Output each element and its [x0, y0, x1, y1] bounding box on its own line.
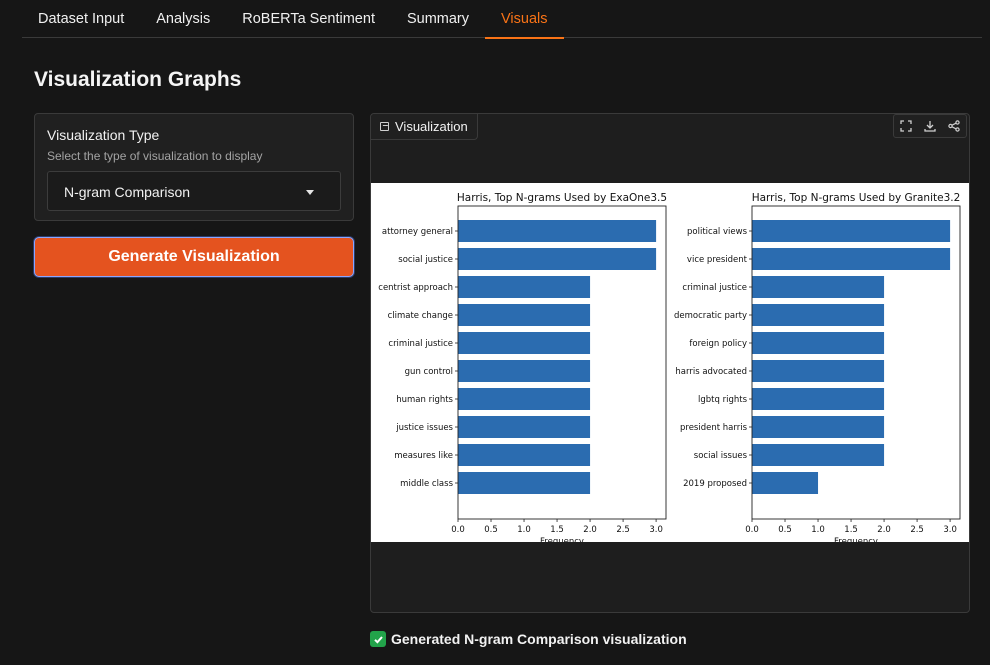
generate-visualization-button[interactable]: Generate Visualization: [34, 237, 354, 277]
chart2-bar: [752, 332, 885, 354]
chart1-category-label: gun control: [405, 367, 453, 377]
chart1-bar: [458, 248, 657, 270]
chart2-xtick-label: 3.0: [943, 525, 957, 535]
chart1-bar: [458, 332, 591, 354]
chart1-bar: [458, 444, 591, 466]
tab-roberta-sentiment[interactable]: RoBERTa Sentiment: [226, 0, 391, 38]
image-icon: [380, 122, 389, 131]
chart2-category-label: harris advocated: [675, 367, 747, 377]
visualization-label-text: Visualization: [395, 119, 468, 134]
visualization-type-label: Visualization Type: [47, 127, 160, 143]
chart1-bar: [458, 360, 591, 382]
share-icon: [948, 120, 960, 132]
chart1-category-label: criminal justice: [388, 339, 453, 349]
tab-summary[interactable]: Summary: [391, 0, 485, 38]
chart2-title: Harris, Top N-grams Used by Granite3.2: [752, 192, 961, 204]
chart1-category-label: centrist approach: [378, 283, 453, 293]
chart2-bar: [752, 444, 885, 466]
chart2-category-label: vice president: [687, 255, 748, 265]
chart2-bar: [752, 416, 885, 438]
visualization-type-info: Select the type of visualization to disp…: [47, 149, 263, 163]
chart1-title: Harris, Top N-grams Used by ExaOne3.5: [457, 192, 667, 204]
chart1-bar: [458, 472, 591, 494]
visualization-label: Visualization: [371, 114, 478, 140]
status-text: Generated N-gram Comparison visualizatio…: [391, 631, 687, 647]
tab-analysis[interactable]: Analysis: [140, 0, 226, 38]
chart2-category-label: 2019 proposed: [683, 479, 747, 489]
chart1-bar: [458, 276, 591, 298]
chart2-xtick-label: 0.0: [745, 525, 759, 535]
chart1-xtick-label: 2.5: [616, 525, 630, 535]
chart2-bar: [752, 248, 951, 270]
chart1-xtick-label: 0.0: [451, 525, 465, 535]
chart2-bar: [752, 472, 819, 494]
chart1-category-label: measures like: [394, 451, 453, 461]
chart1-category-label: attorney general: [382, 227, 453, 237]
ngram-comparison-chart: Harris, Top N-grams Used by ExaOne3.5 att…: [378, 192, 961, 542]
visualization-toolbar: [893, 114, 967, 138]
chart1-xtick-label: 1.5: [550, 525, 564, 535]
chart1-xtick-label: 2.0: [583, 525, 597, 535]
chart2-category-label: political views: [687, 227, 748, 237]
download-icon: [924, 121, 936, 132]
chart1-bar: [458, 220, 657, 242]
chart1-xtick-label: 1.0: [517, 525, 531, 535]
visualization-type-panel: Visualization Type Select the type of vi…: [34, 113, 354, 221]
chart2-category-label: democratic party: [674, 311, 747, 321]
chart2-bar: [752, 360, 885, 382]
chart2-bar: [752, 276, 885, 298]
fullscreen-button[interactable]: [894, 115, 918, 137]
chart2-xlabel: Frequency: [834, 537, 878, 542]
page-title: Visualization Graphs: [34, 68, 242, 91]
tab-visuals[interactable]: Visuals: [485, 0, 564, 39]
chart1-category-label: climate change: [388, 311, 453, 321]
chart2-category-label: social issues: [694, 451, 748, 461]
chart2-xtick-label: 1.0: [811, 525, 825, 535]
chart2-xtick-label: 2.5: [910, 525, 924, 535]
tab-bar: Dataset Input Analysis RoBERTa Sentiment…: [22, 0, 982, 39]
chart2-bar: [752, 220, 951, 242]
chart2-category-label: criminal justice: [682, 283, 747, 293]
chart1-xlabel: Frequency: [540, 537, 584, 542]
dropdown-selected-value: N-gram Comparison: [64, 184, 191, 200]
chart1-category-label: human rights: [396, 395, 453, 405]
share-button[interactable]: [942, 115, 966, 137]
chevron-down-icon: [306, 190, 314, 195]
chart2-category-label: president harris: [680, 423, 748, 433]
chart2-xtick-label: 1.5: [844, 525, 858, 535]
plot-area: Harris, Top N-grams Used by ExaOne3.5 att…: [371, 183, 969, 542]
chart2-xtick-label: 2.0: [877, 525, 891, 535]
chart1-bar: [458, 416, 591, 438]
chart1-xtick-label: 3.0: [649, 525, 663, 535]
chart2-bar: [752, 388, 885, 410]
chart1-category-label: middle class: [400, 479, 453, 489]
chart2-category-label: foreign policy: [689, 339, 747, 349]
chart2-bar: [752, 304, 885, 326]
chart2-category-label: lgbtq rights: [698, 395, 748, 405]
download-button[interactable]: [918, 115, 942, 137]
visualization-type-dropdown[interactable]: N-gram Comparison: [47, 171, 341, 211]
fullscreen-icon: [900, 120, 912, 132]
visualization-panel: Visualization Harris, Top N-grams Used b…: [370, 113, 970, 613]
chart1-category-label: justice issues: [395, 423, 453, 433]
check-icon: [370, 631, 386, 647]
chart1-bar: [458, 304, 591, 326]
chart1-category-label: social justice: [398, 255, 453, 265]
chart1-xtick-label: 0.5: [484, 525, 498, 535]
tab-dataset-input[interactable]: Dataset Input: [22, 0, 140, 38]
chart2-xtick-label: 0.5: [778, 525, 792, 535]
status-message: Generated N-gram Comparison visualizatio…: [370, 631, 687, 647]
chart1-bar: [458, 388, 591, 410]
